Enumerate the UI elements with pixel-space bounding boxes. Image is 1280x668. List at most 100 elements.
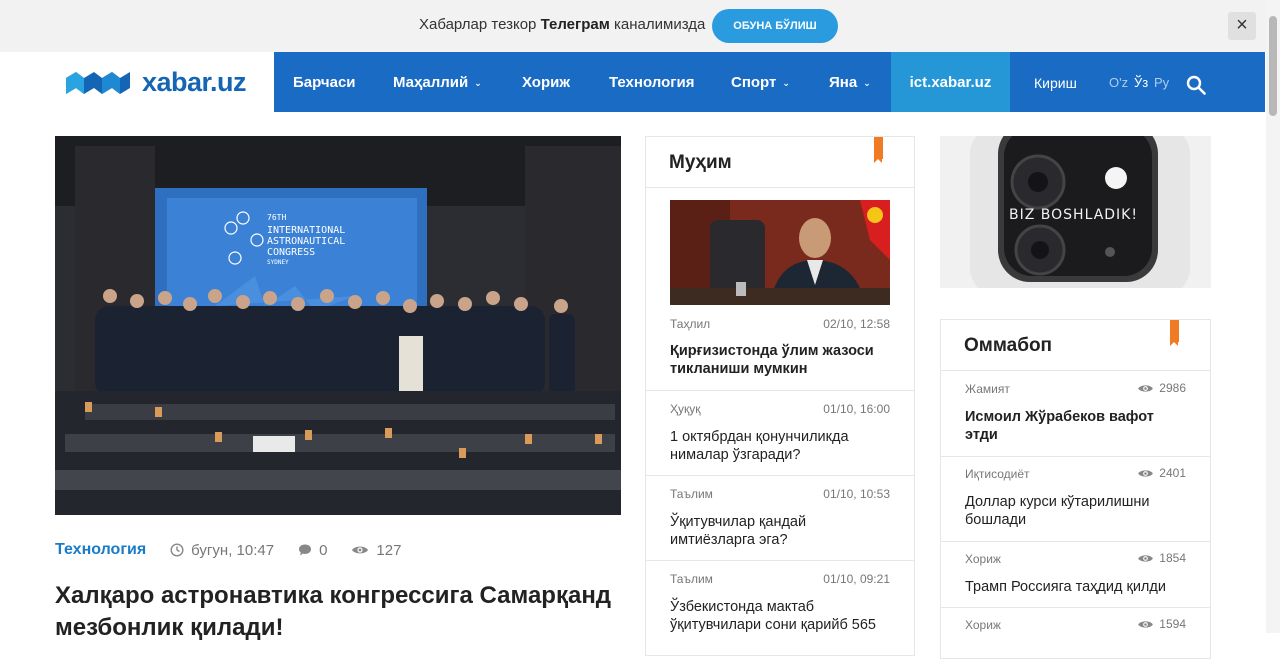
- views-count: 2401: [1159, 466, 1186, 480]
- lang-oz-latin[interactable]: O'z: [1109, 52, 1128, 114]
- eye-icon: [1138, 620, 1154, 628]
- nav-item-all[interactable]: Барчаси: [293, 52, 356, 112]
- important-news-image[interactable]: [670, 200, 890, 305]
- hero-meta: Технология бугун, 10:47 0 127: [55, 540, 401, 560]
- important-news-item[interactable]: Таълим 01/10, 09:21 Ўзбекистонда мактаб …: [646, 561, 914, 646]
- close-banner-button[interactable]: ×: [1228, 12, 1256, 40]
- news-views: 2401: [1137, 466, 1186, 480]
- important-heading: Муҳим: [646, 137, 914, 188]
- news-views: 1594: [1137, 617, 1186, 631]
- telegram-banner: Хабарлар тезкор Телеграм каналимизда ОБУ…: [0, 0, 1266, 52]
- news-category[interactable]: Жамият: [965, 382, 1010, 396]
- chevron-down-icon: ⌄: [474, 78, 482, 88]
- news-title[interactable]: Трамп Россияга таҳдид қилди: [965, 578, 1187, 596]
- news-title[interactable]: 1 октябрдан қонунчиликда нималар ўзгарад…: [670, 428, 892, 464]
- congress-line: CONGRESS: [267, 247, 315, 258]
- news-category[interactable]: Таълим: [670, 572, 713, 586]
- popular-news-item[interactable]: Жамият 2986 Исмоил Жўрабеков вафот этди: [941, 372, 1210, 457]
- nav-label: Яна: [829, 74, 858, 91]
- logo-wave-icon: [66, 72, 130, 94]
- ad-slogan: BIZ BOSHLADIK!: [1009, 207, 1138, 223]
- news-time: 01/10, 09:21: [823, 572, 890, 586]
- lang-ru[interactable]: Ру: [1154, 52, 1169, 114]
- hero-title-link[interactable]: Халқаро астронавтика конгрессига Самарқа…: [55, 580, 621, 644]
- subscribe-button[interactable]: ОБУНА БЎЛИШ: [712, 9, 838, 43]
- chevron-down-icon: ⌄: [863, 78, 871, 88]
- news-views: 1854: [1137, 551, 1186, 565]
- popular-heading-text: Оммабоп: [964, 335, 1053, 356]
- logo-text: xabar.uz: [142, 66, 247, 97]
- hero-comments-count: 0: [319, 541, 328, 559]
- banner-text: Хабарлар тезкор Телеграм каналимизда: [419, 16, 705, 33]
- news-category[interactable]: Таълим: [670, 487, 713, 501]
- chevron-down-icon: ⌄: [782, 78, 790, 88]
- nav-label: Маҳаллий: [393, 74, 469, 91]
- eye-icon: [1138, 469, 1154, 477]
- hero-views-count: 127: [376, 541, 402, 559]
- advertisement-banner[interactable]: BIZ BOSHLADIK!: [940, 136, 1211, 288]
- news-time: 01/10, 10:53: [823, 487, 890, 501]
- scrollbar[interactable]: [1266, 0, 1280, 633]
- popular-news-item[interactable]: Иқтисодиёт 2401 Доллар курси кўтарилишни…: [941, 457, 1210, 542]
- news-category[interactable]: Таҳлил: [670, 317, 710, 331]
- banner-text-before: Хабарлар тезкор: [419, 16, 537, 33]
- congress-line: ASTRONAUTICAL: [267, 236, 345, 247]
- news-title[interactable]: Ўзбекистонда мактаб ўқитувчилари сони қа…: [670, 598, 892, 634]
- congress-year: 76TH: [267, 213, 286, 222]
- news-views: 2986: [1137, 381, 1186, 395]
- nav-label: Технология: [609, 74, 695, 91]
- hero-image[interactable]: 76TH INTERNATIONAL ASTRONAUTICAL CONGRES…: [55, 136, 621, 515]
- nav-item-technology[interactable]: Технология: [609, 52, 694, 112]
- important-news-item[interactable]: Таълим 01/10, 10:53 Ўқитувчилар қандай и…: [646, 476, 914, 561]
- main-nav: Барчаси Маҳаллий ⌄ Хориж Технология Спорт…: [274, 52, 1265, 112]
- hero-photo: 76TH INTERNATIONAL ASTRONAUTICAL CONGRES…: [55, 136, 621, 515]
- congress-city: SYDNEY: [267, 259, 289, 266]
- nav-item-ict[interactable]: ict.xabar.uz: [891, 52, 1010, 112]
- news-time: 02/10, 12:58: [823, 317, 890, 331]
- news-title[interactable]: Ўқитувчилар қандай имтиёзларга эга?: [670, 513, 892, 549]
- hero-time: бугун, 10:47: [170, 542, 274, 559]
- nav-item-sport[interactable]: Спорт ⌄: [731, 52, 790, 112]
- news-category[interactable]: Ҳуқуқ: [670, 402, 701, 416]
- important-news-item[interactable]: Ҳуқуқ 01/10, 16:00 1 октябрдан қонунчили…: [646, 391, 914, 476]
- news-title[interactable]: Исмоил Жўрабеков вафот этди: [965, 408, 1187, 444]
- bookmark-icon: [1170, 320, 1179, 346]
- hero-time-text: бугун, 10:47: [191, 541, 275, 559]
- nav-item-local[interactable]: Маҳаллий ⌄: [393, 52, 482, 112]
- eye-icon: [352, 546, 369, 554]
- nav-item-more[interactable]: Яна ⌄: [829, 52, 871, 112]
- nav-label: Барчаси: [293, 74, 356, 91]
- important-heading-text: Муҳим: [669, 152, 732, 173]
- search-icon[interactable]: [1186, 75, 1206, 95]
- banner-text-telegram: Телеграм: [540, 16, 610, 33]
- banner-text-after: каналимизда: [614, 16, 706, 33]
- hero-category-link[interactable]: Технология: [55, 541, 146, 559]
- views-count: 1854: [1159, 551, 1186, 565]
- news-category[interactable]: Иқтисодиёт: [965, 467, 1030, 481]
- clock-icon: [170, 543, 184, 557]
- ad-image: BIZ BOSHLADIK!: [940, 136, 1211, 288]
- eye-icon: [1138, 554, 1154, 562]
- news-title[interactable]: Қирғизистонда ўлим жазоси тикланиши мумк…: [670, 342, 892, 378]
- important-news-panel: Муҳим Таҳлил 02/10, 12:58 Қирғизистонда …: [645, 136, 915, 656]
- important-news-item[interactable]: Таҳлил 02/10, 12:58 Қирғизистонда ўлим ж…: [646, 307, 914, 391]
- nav-label: Спорт: [731, 74, 777, 91]
- popular-news-item[interactable]: Хориж 1854 Трамп Россияга таҳдид қилди: [941, 542, 1210, 608]
- popular-news-item[interactable]: Хориж 1594: [941, 608, 1210, 668]
- nav-item-foreign[interactable]: Хориж: [522, 52, 570, 112]
- news-category[interactable]: Хориж: [965, 552, 1001, 566]
- site-logo[interactable]: xabar.uz: [66, 66, 247, 98]
- hero-views: 127: [351, 542, 401, 559]
- scrollbar-thumb[interactable]: [1269, 16, 1277, 116]
- hero-comments[interactable]: 0: [298, 542, 327, 559]
- news-time: 01/10, 16:00: [823, 402, 890, 416]
- nav-label: Хориж: [522, 74, 570, 91]
- lang-oz-cyrillic[interactable]: Ўз: [1134, 52, 1148, 114]
- bookmark-icon: [874, 137, 883, 163]
- views-count: 1594: [1159, 617, 1186, 631]
- login-link[interactable]: Кириш: [1034, 52, 1077, 114]
- popular-heading: Оммабоп: [941, 320, 1210, 371]
- comment-icon: [299, 544, 312, 556]
- news-title[interactable]: Доллар курси кўтарилишни бошлади: [965, 493, 1187, 529]
- news-category[interactable]: Хориж: [965, 618, 1001, 632]
